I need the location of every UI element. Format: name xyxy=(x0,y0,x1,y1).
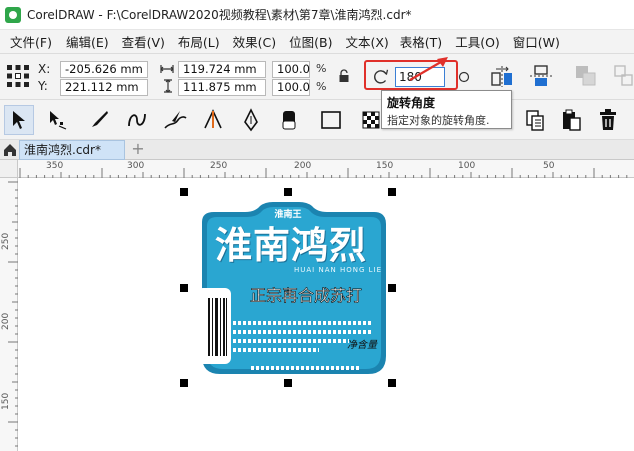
width-icon xyxy=(160,65,174,73)
height-field[interactable]: 111.875 mm xyxy=(178,79,266,96)
tooltip-title: 旋转角度 xyxy=(387,96,436,110)
group-icon[interactable] xyxy=(573,63,599,89)
ruler-left-label: 250 xyxy=(1,232,11,250)
title-bar: CorelDRAW - F:\CorelDRAW2020视频教程\素材\第7章\… xyxy=(0,0,634,30)
paste-icon xyxy=(563,109,581,131)
artwork-svg[interactable] xyxy=(19,178,634,451)
knife-icon xyxy=(92,111,108,127)
eraser-tool[interactable] xyxy=(274,105,304,135)
y-label: Y: xyxy=(38,79,48,93)
label-subtitle: 正宗再合成苏打 xyxy=(249,286,363,306)
paste-tool[interactable] xyxy=(556,105,586,135)
artistic-media-tool[interactable] xyxy=(160,105,190,135)
eraser-icon xyxy=(282,111,296,130)
ruler-top-label: 200 xyxy=(294,161,312,171)
document-tab-bar: 淮南鸿烈.cdr* + xyxy=(0,140,634,160)
parallel-dimension-tool[interactable] xyxy=(198,105,228,135)
window-title: CorelDRAW - F:\CorelDRAW2020视频教程\素材\第7章\… xyxy=(27,8,412,22)
brush-icon xyxy=(164,111,187,129)
add-tab-button[interactable]: + xyxy=(129,141,147,159)
freehand-tool[interactable] xyxy=(122,105,152,135)
checker-icon xyxy=(362,111,380,129)
drawing-canvas[interactable]: 淮南王 淮南鸿烈 HUAI NAN HONG LIE 正宗再合成苏打 净含量 xyxy=(19,178,634,451)
menu-edit[interactable]: 编辑(E) xyxy=(66,32,109,51)
rectangle-icon xyxy=(321,111,341,129)
property-bar: X: Y: -205.626 mm 221.112 mm 119.724 mm … xyxy=(0,54,634,100)
pick-tool[interactable] xyxy=(4,105,34,135)
ruler-top-label: 100 xyxy=(458,161,476,171)
ruler-left-label: 150 xyxy=(1,392,11,410)
ruler-top-label: 350 xyxy=(46,161,64,171)
label-main-title: 淮南鸿烈 xyxy=(215,224,367,267)
dimension-icon xyxy=(204,109,222,129)
rotation-tooltip: 旋转角度 指定对象的旋转角度. xyxy=(381,90,512,129)
menu-layout[interactable]: 布局(L) xyxy=(178,32,220,51)
label-pinyin: HUAI NAN HONG LIE xyxy=(294,266,382,274)
menu-bitmaps[interactable]: 位图(B) xyxy=(289,32,332,51)
tooltip-description: 指定对象的旋转角度. xyxy=(387,114,490,127)
percent-label-h: % xyxy=(316,80,327,93)
menu-window[interactable]: 窗口(W) xyxy=(513,32,560,51)
pen-tool[interactable] xyxy=(236,105,266,135)
menu-table[interactable]: 表格(T) xyxy=(400,32,442,51)
shape-tool[interactable] xyxy=(42,105,72,135)
copy-icon xyxy=(526,110,544,131)
shape-edit-icon xyxy=(50,111,67,130)
scale-width-field[interactable]: 100.0 xyxy=(272,61,310,78)
height-icon xyxy=(164,79,172,93)
menu-effects[interactable]: 效果(C) xyxy=(233,32,276,51)
mirror-horizontal-icon[interactable] xyxy=(489,63,515,89)
horizontal-ruler-ticks xyxy=(19,168,628,178)
pointer-arrow-icon xyxy=(13,111,25,129)
menu-text[interactable]: 文本(X) xyxy=(345,32,388,51)
menu-tools[interactable]: 工具(O) xyxy=(455,32,500,51)
percent-label-w: % xyxy=(316,62,327,75)
annotation-arrow-icon xyxy=(409,57,448,81)
lock-ratio-icon[interactable] xyxy=(338,69,350,83)
trash-icon xyxy=(600,109,616,130)
crop-tool[interactable] xyxy=(84,105,114,135)
ruler-left-label: 200 xyxy=(1,312,11,330)
label-small-title: 淮南王 xyxy=(274,210,302,220)
pen-nib-icon xyxy=(244,108,258,132)
menu-view[interactable]: 查看(V) xyxy=(122,32,165,51)
rotation-angle-icon xyxy=(374,69,389,84)
tab-document[interactable]: 淮南鸿烈.cdr* xyxy=(19,140,125,160)
rotation-center-icon[interactable] xyxy=(458,71,470,83)
barcode-panel xyxy=(197,288,231,364)
ruler-top-label: 150 xyxy=(376,161,394,171)
width-field[interactable]: 119.724 mm xyxy=(178,61,266,78)
toolbox xyxy=(0,100,634,140)
ruler-origin[interactable] xyxy=(0,160,18,178)
object-origin-icon[interactable] xyxy=(6,64,30,88)
mirror-vertical-icon[interactable] xyxy=(528,63,554,89)
menu-file[interactable]: 文件(F) xyxy=(10,32,52,51)
x-position-field[interactable]: -205.626 mm xyxy=(60,61,148,78)
horizontal-ruler[interactable]: 350 300 250 200 150 100 50 xyxy=(18,160,634,178)
home-icon[interactable] xyxy=(2,142,18,158)
ungroup-icon[interactable] xyxy=(612,63,634,89)
x-label: X: xyxy=(38,62,51,76)
ruler-top-label: 300 xyxy=(127,161,145,171)
coreldraw-logo-icon xyxy=(5,6,21,23)
menu-bar: 文件(F) 编辑(E) 查看(V) 布局(L) 效果(C) 位图(B) 文本(X… xyxy=(0,30,634,54)
curve-icon xyxy=(128,113,146,127)
label-corner-text: 净含量 xyxy=(347,340,377,351)
scale-height-field[interactable]: 100.0 xyxy=(272,79,310,96)
y-position-field[interactable]: 221.112 mm xyxy=(60,79,148,96)
vertical-ruler[interactable]: 250 200 150 xyxy=(0,178,18,451)
ruler-top-label: 50 xyxy=(543,161,555,171)
delete-tool[interactable] xyxy=(593,105,623,135)
ruler-top-label: 250 xyxy=(210,161,228,171)
rectangle-tool[interactable] xyxy=(316,105,346,135)
copy-tool[interactable] xyxy=(520,105,550,135)
